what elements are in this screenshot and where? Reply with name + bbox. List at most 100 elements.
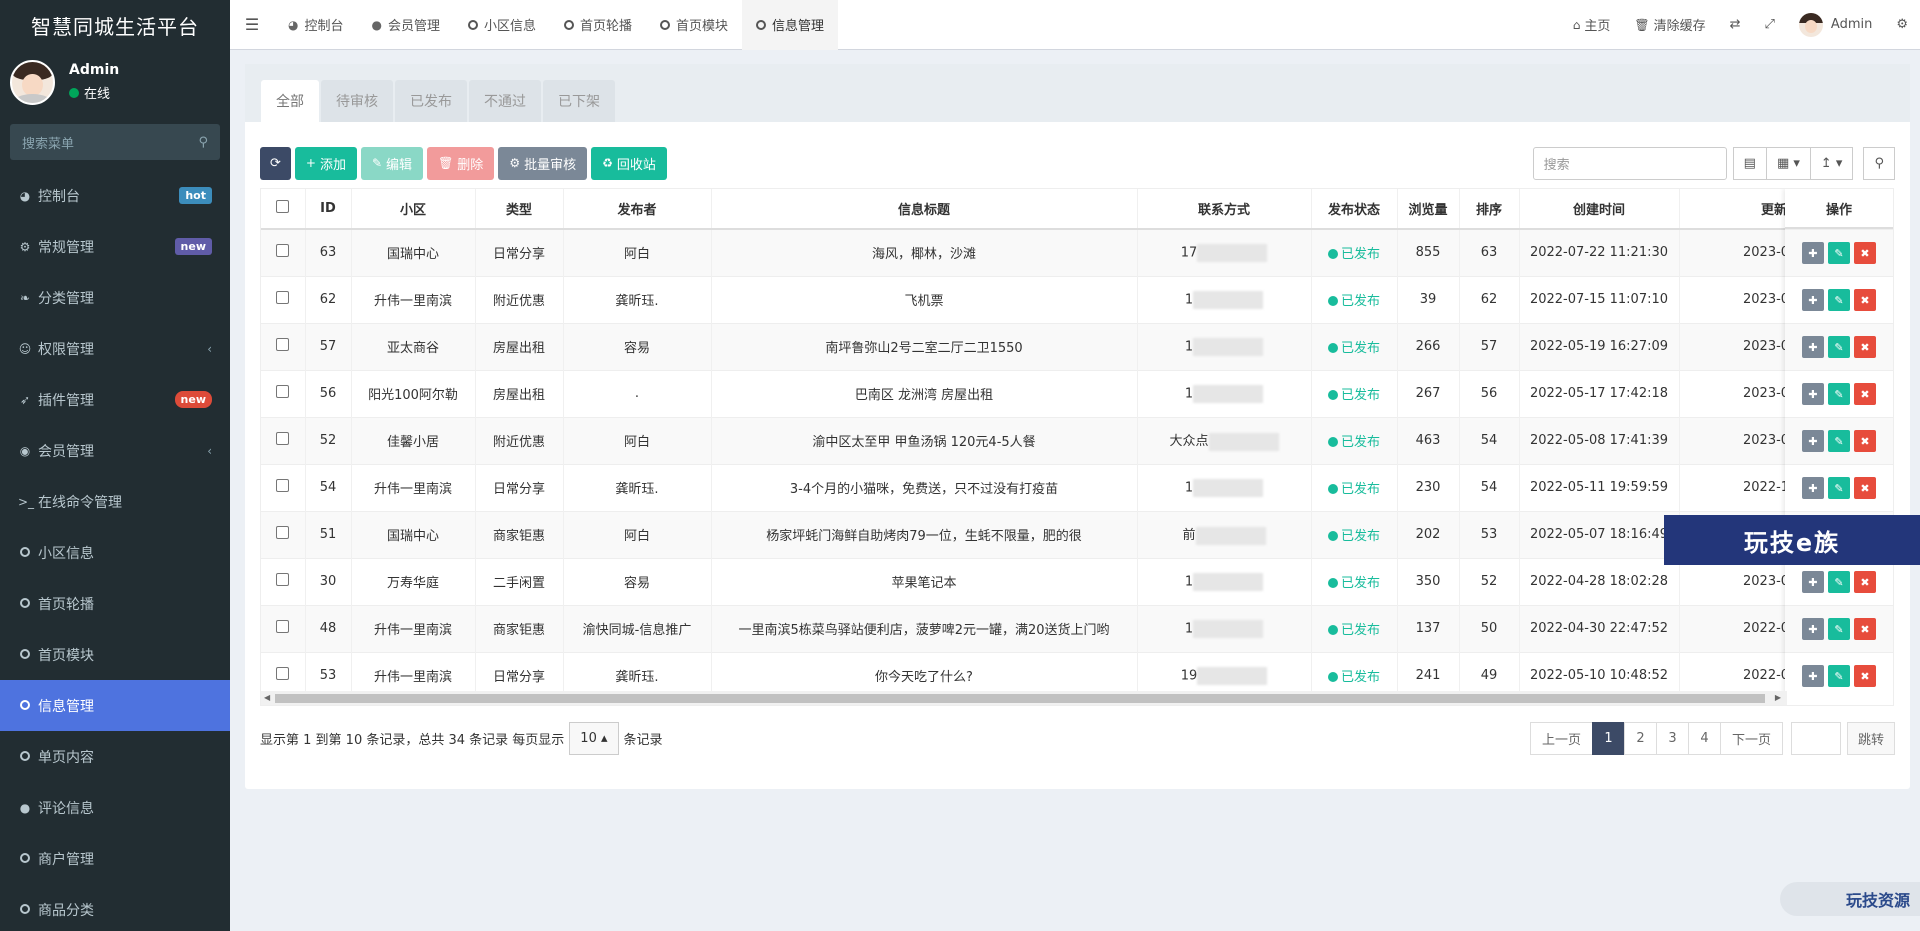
select-all-checkbox[interactable] — [261, 189, 306, 230]
page-1-button[interactable]: 1 — [1591, 721, 1625, 755]
add-button[interactable]: + 添加 — [294, 146, 357, 180]
sidebar-search-input[interactable]: 搜索菜单 ⚲ — [10, 124, 220, 160]
row-checkbox[interactable] — [261, 416, 306, 464]
settings-gear-icon[interactable]: ⚙ — [1884, 0, 1920, 50]
advanced-search-button[interactable]: ⚲ — [1863, 146, 1895, 180]
trash-icon[interactable]: ✖ — [1854, 289, 1876, 311]
horizontal-scrollbar[interactable]: ◀ — [261, 691, 1787, 705]
table-row[interactable]: 63 国瑞中心 日常分享 阿白 海风，椰林，沙滩 17 已发布 855 63 2022-07-22… — [261, 228, 1893, 276]
trash-icon[interactable]: ✖ — [1854, 430, 1876, 452]
sidebar-item-9[interactable]: 首页模块 — [0, 629, 230, 680]
sidebar-item-12[interactable]: ● 评论信息 — [0, 782, 230, 833]
home-link[interactable]: ⌂ 主页 — [1561, 0, 1623, 50]
tab-all[interactable]: 全部 — [261, 80, 319, 122]
table-search-input[interactable]: 搜索 — [1532, 146, 1727, 180]
drag-move-icon[interactable]: ✚ — [1802, 336, 1824, 358]
trash-icon[interactable]: ✖ — [1854, 336, 1876, 358]
row-checkbox[interactable] — [261, 604, 306, 652]
sidebar-item-4[interactable]: ➶ 插件管理 new — [0, 374, 230, 425]
tab-community[interactable]: 小区信息 — [454, 0, 550, 50]
export-dropdown[interactable]: ↥ ▾ — [1810, 146, 1854, 180]
pencil-icon[interactable]: ✎ — [1828, 242, 1850, 264]
sidebar-item-6[interactable]: >_ 在线命令管理 — [0, 476, 230, 527]
language-icon[interactable]: ⇄ — [1718, 0, 1753, 50]
drag-move-icon[interactable]: ✚ — [1802, 242, 1824, 264]
tab-home-modules[interactable]: 首页模块 — [646, 0, 742, 50]
row-checkbox[interactable] — [261, 510, 306, 558]
drag-move-icon[interactable]: ✚ — [1802, 618, 1824, 640]
clear-cache-button[interactable]: 🗑 清除缓存 — [1622, 0, 1717, 50]
drag-move-icon[interactable]: ✚ — [1802, 477, 1824, 499]
pencil-icon[interactable]: ✎ — [1828, 665, 1850, 687]
row-checkbox[interactable] — [261, 557, 306, 605]
page-3-button[interactable]: 3 — [1655, 721, 1689, 755]
trash-icon[interactable]: ✖ — [1854, 618, 1876, 640]
admin-menu[interactable]: Admin — [1787, 0, 1884, 50]
tab-dashboard[interactable]: ◕ 控制台 — [274, 0, 358, 50]
delete-button[interactable]: 🗑 删除 — [427, 146, 495, 180]
trash-icon[interactable]: ✖ — [1854, 477, 1876, 499]
toggle-view-button[interactable]: ▤ — [1732, 146, 1767, 180]
table-row[interactable]: 30 万寿华庭 二手闲置 容易 苹果笔记本 1 已发布 350 52 2022-04-28 18:… — [261, 557, 1893, 605]
sidebar-toggle-icon[interactable]: ☰ — [230, 15, 274, 34]
jump-button[interactable]: 跳转 — [1846, 721, 1895, 755]
scroll-right-icon[interactable]: ▶ — [1775, 691, 1781, 705]
row-checkbox[interactable] — [261, 369, 306, 417]
sidebar-item-14[interactable]: 商品分类 — [0, 884, 230, 931]
pencil-icon[interactable]: ✎ — [1828, 336, 1850, 358]
table-row[interactable]: 52 佳馨小居 附近优惠 阿白 渝中区太至甲 甲鱼汤锅 120元4-5人餐 大众点 已发布 4… — [261, 416, 1893, 464]
col-sort[interactable]: 排序 — [1459, 189, 1520, 230]
next-page-button[interactable]: 下一页 — [1719, 721, 1783, 755]
row-checkbox[interactable] — [261, 463, 306, 511]
fullscreen-icon[interactable]: ⤢ — [1753, 0, 1787, 50]
pencil-icon[interactable]: ✎ — [1828, 289, 1850, 311]
batch-review-button[interactable]: ⚙ 批量审核 — [498, 146, 588, 180]
scrollbar-thumb[interactable] — [275, 694, 1765, 703]
columns-dropdown[interactable]: ▦ ▾ — [1766, 146, 1811, 180]
sidebar-item-2[interactable]: ❧ 分类管理 — [0, 272, 230, 323]
recycle-bin-button[interactable]: ♻ 回收站 — [591, 146, 667, 180]
page-4-button[interactable]: 4 — [1687, 721, 1721, 755]
tab-carousel[interactable]: 首页轮播 — [550, 0, 646, 50]
page-2-button[interactable]: 2 — [1623, 721, 1657, 755]
sidebar-item-13[interactable]: 商户管理 — [0, 833, 230, 884]
prev-page-button[interactable]: 上一页 — [1529, 721, 1593, 755]
sidebar-item-3[interactable]: ☺ 权限管理 ‹ — [0, 323, 230, 374]
pencil-icon[interactable]: ✎ — [1828, 477, 1850, 499]
sidebar-item-7[interactable]: 小区信息 — [0, 527, 230, 578]
tab-pending[interactable]: 待审核 — [321, 80, 393, 122]
table-row[interactable]: 62 升伟一里南滨 附近优惠 龚昕珏. 飞机票 1 已发布 39 62 2022-07-15 11… — [261, 275, 1893, 323]
drag-move-icon[interactable]: ✚ — [1802, 430, 1824, 452]
sidebar-item-5[interactable]: ◉ 会员管理 ‹ — [0, 425, 230, 476]
pencil-icon[interactable]: ✎ — [1828, 618, 1850, 640]
trash-icon[interactable]: ✖ — [1854, 383, 1876, 405]
drag-move-icon[interactable]: ✚ — [1802, 383, 1824, 405]
drag-move-icon[interactable]: ✚ — [1802, 665, 1824, 687]
trash-icon[interactable]: ✖ — [1854, 242, 1876, 264]
sidebar-item-10[interactable]: 信息管理 — [0, 680, 230, 731]
scroll-left-icon[interactable]: ◀ — [264, 691, 270, 705]
col-id[interactable]: ID — [305, 189, 352, 230]
pencil-icon[interactable]: ✎ — [1828, 571, 1850, 593]
table-row[interactable]: 54 升伟一里南滨 日常分享 龚昕珏. 3-4个月的小猫咪，免费送，只不过没有打疫苗 1 已… — [261, 463, 1893, 511]
row-checkbox[interactable] — [261, 322, 306, 370]
edit-button[interactable]: ✎ 编辑 — [360, 146, 424, 180]
refresh-button[interactable]: ⟳ — [260, 146, 291, 180]
tab-members[interactable]: ● 会员管理 — [358, 0, 455, 50]
sidebar-item-1[interactable]: ⚙ 常规管理 new — [0, 221, 230, 272]
row-checkbox[interactable] — [261, 228, 306, 276]
table-row[interactable]: 48 升伟一里南滨 商家钜惠 渝快同城-信息推广 一里南滨5栋菜鸟驿站便利店，菠萝啤2元… — [261, 604, 1893, 652]
tab-published[interactable]: 已发布 — [395, 80, 467, 122]
drag-move-icon[interactable]: ✚ — [1802, 289, 1824, 311]
sidebar-item-0[interactable]: ◕ 控制台 hot — [0, 170, 230, 221]
tab-offline[interactable]: 已下架 — [543, 80, 615, 122]
pencil-icon[interactable]: ✎ — [1828, 383, 1850, 405]
col-views[interactable]: 浏览量 — [1397, 189, 1460, 230]
pencil-icon[interactable]: ✎ — [1828, 430, 1850, 452]
col-created[interactable]: 创建时间 — [1519, 189, 1680, 230]
trash-icon[interactable]: ✖ — [1854, 665, 1876, 687]
sidebar-item-11[interactable]: 单页内容 — [0, 731, 230, 782]
table-row[interactable]: 51 国瑞中心 商家钜惠 阿白 杨家坪蚝门海鲜自助烤肉79一位，生蚝不限量，肥的很前已发… — [261, 510, 1893, 558]
tab-rejected[interactable]: 不通过 — [469, 80, 541, 122]
drag-move-icon[interactable]: ✚ — [1802, 571, 1824, 593]
